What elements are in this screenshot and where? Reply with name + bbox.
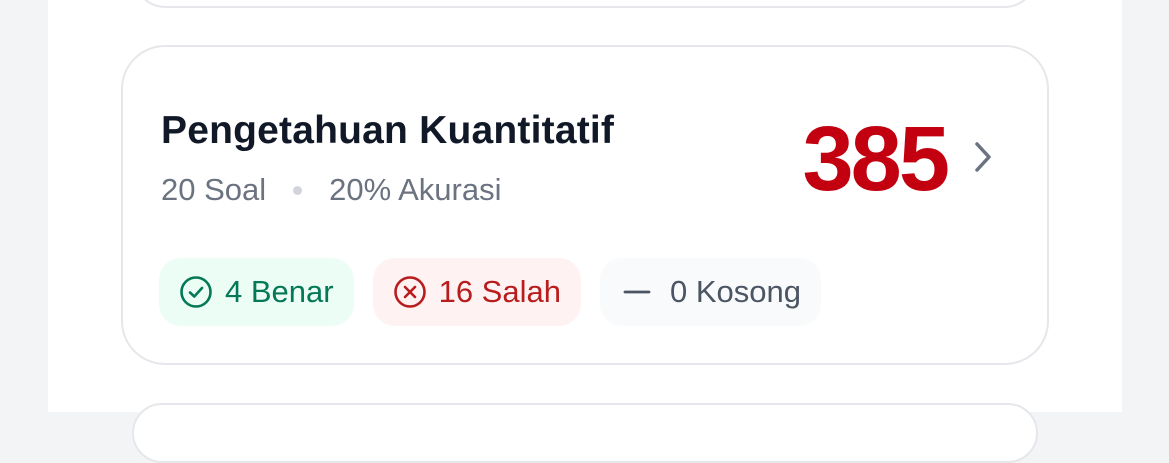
empty-count: 0 Kosong xyxy=(669,274,801,309)
dash-icon xyxy=(620,275,654,309)
correct-count: 4 Benar xyxy=(225,274,334,309)
wrong-count: 16 Salah xyxy=(438,274,561,309)
next-result-card[interactable] xyxy=(132,403,1038,463)
correct-badge: 4 Benar xyxy=(159,258,354,326)
x-circle-icon xyxy=(393,275,427,309)
check-circle-icon xyxy=(179,275,213,309)
empty-badge: 0 Kosong xyxy=(599,258,821,326)
accuracy-label: 20% Akurasi xyxy=(329,172,502,207)
separator-dot xyxy=(293,185,303,195)
subtest-meta: 20 Soal 20% Akurasi xyxy=(161,171,501,209)
answer-summary: 4 Benar 16 Salah 0 Kosong xyxy=(159,258,821,326)
subtest-result-card[interactable]: Pengetahuan Kuantitatif 20 Soal 20% Akur… xyxy=(121,45,1049,365)
subtest-title: Pengetahuan Kuantitatif xyxy=(161,109,615,152)
chevron-right-icon[interactable] xyxy=(963,137,1003,177)
subtest-score: 385 xyxy=(802,108,950,210)
question-count: 20 Soal xyxy=(161,172,267,207)
previous-result-card[interactable] xyxy=(132,0,1038,8)
wrong-badge: 16 Salah xyxy=(372,258,581,326)
